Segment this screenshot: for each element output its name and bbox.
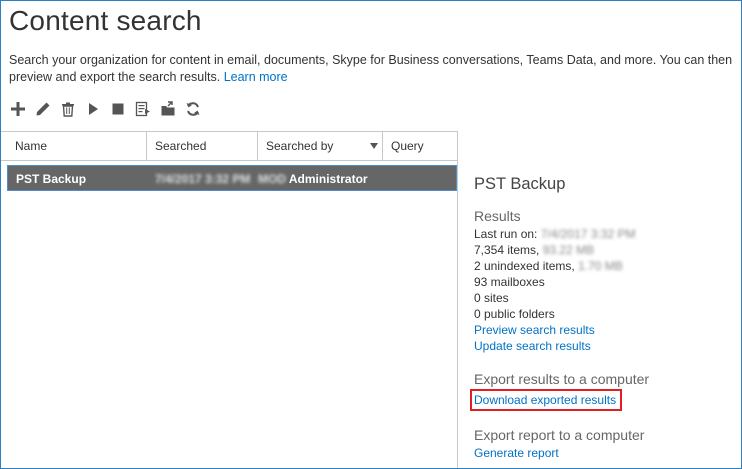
- table-row[interactable]: PST Backup 7/4/2017 3:32 PM MOD Administ…: [7, 165, 457, 191]
- export-results-button[interactable]: [159, 100, 177, 118]
- details-search-name: PST Backup: [474, 175, 566, 193]
- column-header-searched[interactable]: Searched: [147, 132, 258, 160]
- delete-button[interactable]: [59, 100, 77, 118]
- unindexed-label: 2 unindexed items,: [474, 259, 579, 273]
- download-highlight-box: Download exported results: [470, 389, 623, 411]
- learn-more-link[interactable]: Learn more: [224, 70, 288, 84]
- refresh-icon: [186, 102, 200, 116]
- table-header: Name Searched Searched by Query: [1, 131, 457, 161]
- last-run-value: 7/4/2017 3:32 PM: [540, 227, 636, 241]
- details-pane: PST Backup Results Last run on: 7/4/2017…: [470, 175, 739, 461]
- column-header-query[interactable]: Query: [383, 132, 457, 160]
- sort-down-icon[interactable]: [370, 143, 378, 149]
- row-name: PST Backup: [16, 172, 87, 186]
- add-button[interactable]: [9, 100, 27, 118]
- export-results-icon: [161, 101, 175, 116]
- start-button[interactable]: [84, 100, 102, 118]
- last-run-line: Last run on: 7/4/2017 3:32 PM: [474, 226, 739, 242]
- unindexed-size: 1.70 MB: [578, 259, 623, 273]
- edit-icon: [36, 102, 50, 116]
- sites-count: 0 sites: [474, 291, 509, 305]
- last-run-label: Last run on:: [474, 227, 541, 241]
- row-searched-by-prefix: MOD: [258, 172, 286, 186]
- download-exported-results-link[interactable]: Download exported results: [474, 392, 616, 408]
- public-folders-count: 0 public folders: [474, 307, 555, 321]
- row-searched-value: 7/4/2017 3:32 PM: [155, 172, 251, 186]
- row-searched-by-value: Administrator: [286, 172, 368, 186]
- start-icon: [89, 103, 98, 115]
- edit-button[interactable]: [34, 100, 52, 118]
- column-header-searched-by-label: Searched by: [266, 139, 334, 153]
- results-heading: Results: [474, 208, 521, 224]
- unindexed-line: 2 unindexed items, 1.70 MB: [474, 258, 739, 274]
- column-header-searched-by[interactable]: Searched by: [258, 132, 383, 160]
- update-results-link[interactable]: Update search results: [474, 338, 591, 354]
- stop-icon: [112, 103, 124, 115]
- mailboxes-count: 93 mailboxes: [474, 275, 545, 289]
- preview-results-link[interactable]: Preview search results: [474, 322, 595, 338]
- export-results-heading: Export results to a computer: [474, 371, 650, 387]
- description-text: Search your organization for content in …: [9, 53, 733, 84]
- export-report-button[interactable]: [134, 100, 152, 118]
- export-report-heading: Export report to a computer: [474, 427, 645, 443]
- pane-divider: [457, 131, 458, 468]
- items-label: 7,354 items,: [474, 243, 543, 257]
- row-searched: 7/4/2017 3:32 PM: [147, 166, 258, 190]
- page-description: Search your organization for content in …: [9, 52, 739, 86]
- delete-icon: [62, 102, 74, 117]
- items-size: 93.22 MB: [542, 243, 595, 257]
- content-search-window: Content search Search your organization …: [0, 0, 742, 469]
- generate-report-link[interactable]: Generate report: [474, 445, 559, 461]
- items-line: 7,354 items, 93.22 MB: [474, 242, 739, 258]
- refresh-button[interactable]: [184, 100, 202, 118]
- column-header-name[interactable]: Name: [1, 132, 147, 160]
- add-icon: [11, 102, 25, 116]
- export-report-icon: [135, 101, 150, 117]
- stop-button[interactable]: [109, 100, 127, 118]
- page-title: Content search: [9, 5, 202, 36]
- row-searched-by: MOD Administrator: [258, 166, 368, 190]
- toolbar: [9, 99, 209, 119]
